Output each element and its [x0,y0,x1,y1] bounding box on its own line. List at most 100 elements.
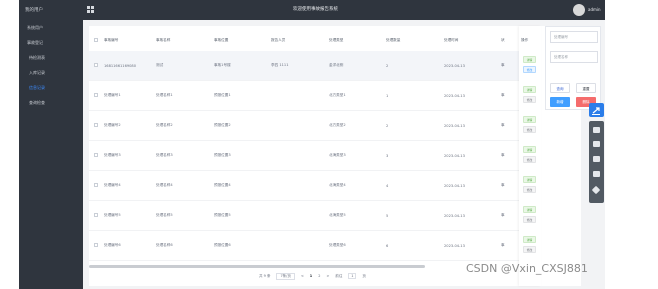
sidebar-sub-pending[interactable]: 待检测表 [19,50,83,65]
select-all-checkbox[interactable] [94,37,98,42]
reset-button[interactable]: 重置 [576,83,596,93]
table-cell: 事故1号楼 [214,63,231,67]
sidebar-item-accident[interactable]: 事故登记 [19,35,83,50]
edit-button[interactable]: 修改 [523,156,536,163]
table-card: 事故编号 事故名称 事故位置 报告人员 处理类型 处理数量 处理时间 状 168… [89,26,581,286]
table-cell: 预报位置4 [214,183,231,187]
detail-button[interactable]: 详情 [523,206,536,213]
prev-page-button[interactable]: < [301,274,304,278]
detail-button[interactable]: 详情 [523,146,536,153]
table-cell: 事 [501,123,505,127]
table-cell: 李四 1111 [271,63,289,67]
table-cell: 预报位置2 [214,123,231,127]
menu-grid-icon[interactable] [87,6,94,13]
table-cell: 处理名称3 [156,153,173,157]
query-button[interactable]: 查询 [550,83,570,93]
table-cell: 北方类型1 [329,93,346,97]
table-row[interactable]: 处理编号3 处理名称3 预报位置3 北海类型3 3 2023-04-13 事 [89,141,519,171]
table-row[interactable]: 16811661169080 测试 事故1号楼 李四 1111 金洋北侧 2 2023-04… [89,51,519,81]
row-checkbox[interactable] [94,183,98,187]
type-search-input[interactable]: 处理名称 [550,51,598,63]
table-cell: 北方类型2 [329,123,346,127]
pen-icon[interactable] [591,185,601,195]
table-cell: 处理名称6 [156,243,173,247]
table-cell: 2023-04-13 [444,93,465,98]
cloud-icon[interactable] [593,171,600,177]
row-checkbox[interactable] [94,153,98,157]
page: 我的用户 系统用户 事故登记 待检测表 入库记录 信息记录 查询检查 欢迎使用事… [0,0,658,289]
table-cell: 事 [501,213,505,217]
detail-button[interactable]: 详情 [523,176,536,183]
edit-button[interactable]: 修改 [523,96,536,103]
table-cell: 预报位置6 [214,243,231,247]
table-cell: 2023-04-13 [444,63,465,68]
search-panel: 处理编号 处理名称 查询 重置 新增 删除 [545,26,601,110]
page-size-select[interactable]: 7条/页 [276,272,295,280]
avatar[interactable] [573,4,585,16]
sidebar-sub-info[interactable]: 信息记录 [19,80,83,95]
row-checkbox[interactable] [94,213,98,217]
table-cell: 2023-04-13 [444,153,465,158]
row-checkbox[interactable] [94,243,98,247]
goto-page-input[interactable]: 1 [348,273,357,279]
gallery-icon[interactable] [593,141,600,147]
sidebar-title[interactable]: 我的用户 [19,0,83,20]
table-cell: 事 [501,93,505,97]
next-page-button[interactable]: > [326,274,329,278]
edit-button[interactable]: 修改 [523,66,536,73]
row-checkbox[interactable] [94,63,98,67]
table-row[interactable]: 处理编号2 处理名称2 预报位置2 北方类型2 2 2023-04-13 事 [89,111,519,141]
page-2-button[interactable]: 2 [318,274,320,278]
table-cell: 处理名称2 [156,123,173,127]
table-cell: 北海类型4 [329,183,346,187]
table-cell: 事 [501,183,505,187]
edit-button[interactable]: 修改 [523,186,536,193]
table-cell: 事 [501,153,505,157]
table-cell: 5 [386,213,389,218]
row-checkbox[interactable] [94,93,98,97]
table-cell: 2 [386,63,389,68]
col-header: 事故名称 [156,37,171,42]
page-1-button[interactable]: 1 [310,274,312,278]
tool-strip [589,121,604,203]
user-name[interactable]: admin [588,0,601,20]
camera-icon[interactable] [593,127,600,133]
detail-button[interactable]: 详情 [523,236,536,243]
table-cell: 处理编号5 [104,213,121,217]
main-area: 事故编号 事故名称 事故位置 报告人员 处理类型 处理数量 处理时间 状 168… [83,20,605,289]
detail-button[interactable]: 详情 [523,86,536,93]
add-button[interactable]: 新增 [550,97,570,107]
table-cell: 处理名称1 [156,93,173,97]
detail-button[interactable]: 详情 [523,116,536,123]
layout-icon[interactable] [593,156,600,162]
table-cell: 2023-04-13 [444,123,465,128]
col-header: 状 [501,37,505,42]
edit-button[interactable]: 修改 [523,126,536,133]
table-cell: 2023-04-13 [444,243,465,248]
ops-column: 操作 详情 修改 详情 修改 详情 修改 详情 修改 详情 修改 详情 修改 详情 修改 [519,26,541,286]
sidebar: 我的用户 系统用户 事故登记 待检测表 入库记录 信息记录 查询检查 [19,0,83,289]
table-cell: 事 [501,63,505,67]
table-cell: 事 [501,243,505,247]
table-row[interactable]: 处理编号5 处理名称5 预报位置5 北海类型5 5 2023-04-13 事 [89,201,519,231]
pagination: 共 9 条 7条/页 < 1 2 > 前往 1 页 [259,272,366,280]
edit-button[interactable]: 修改 [523,246,536,253]
horizontal-scrollbar[interactable] [89,265,425,268]
table-row[interactable]: 处理编号4 处理名称4 预报位置4 北海类型4 4 2023-04-13 事 [89,171,519,201]
sidebar-item-users[interactable]: 系统用户 [19,20,83,35]
page-unit-label: 页 [362,273,366,278]
col-header: 处理时间 [444,37,459,42]
detail-button[interactable]: 详情 [523,56,536,63]
table-cell: 处理名称5 [156,213,173,217]
name-search-input[interactable]: 处理编号 [550,31,598,43]
table-cell: 4 [386,183,389,188]
watermark: CSDN @Vxin_CXSJ881 [466,262,588,275]
table-row[interactable]: 处理编号1 处理名称1 预报位置1 北方类型1 1 2023-04-13 事 [89,81,519,111]
left-margin [0,0,19,289]
table-row[interactable]: 处理编号6 处理名称6 预报位置6 处理类型6 6 2023-04-13 事 [89,231,519,261]
sidebar-sub-records[interactable]: 入库记录 [19,65,83,80]
sidebar-sub-query[interactable]: 查询检查 [19,95,83,110]
edit-button[interactable]: 修改 [523,216,536,223]
row-checkbox[interactable] [94,123,98,127]
export-icon[interactable] [589,103,604,117]
